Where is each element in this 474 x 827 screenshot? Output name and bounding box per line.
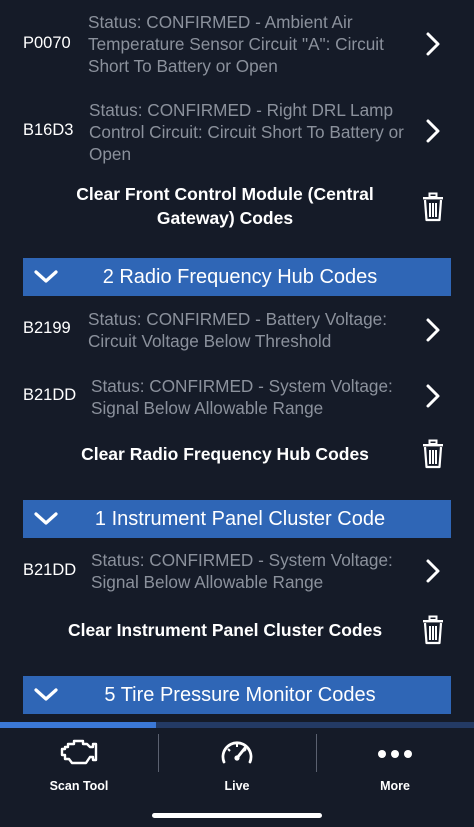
code-row[interactable]: B21DD Status: CONFIRMED - System Voltage… — [0, 548, 474, 598]
clear-codes-button[interactable]: Clear Radio Frequency Hub Codes — [60, 442, 390, 466]
trouble-codes-screen: P0070 Status: CONFIRMED - Ambient Air Te… — [0, 0, 474, 827]
clear-codes-button[interactable]: Clear Front Control Module (Central Gate… — [70, 182, 380, 230]
clear-instrument-panel-cluster-row: Clear Instrument Panel Cluster Codes — [0, 615, 474, 646]
trash-icon[interactable] — [420, 615, 446, 645]
code-row[interactable]: P0070 Status: CONFIRMED - Ambient Air Te… — [0, 8, 474, 80]
dtc-code: B16D3 — [23, 121, 74, 139]
dtc-code: B2199 — [23, 319, 71, 337]
section-header-radio-frequency-hub[interactable]: 2 Radio Frequency Hub Codes — [23, 258, 451, 296]
tab-more[interactable]: More — [316, 728, 474, 808]
dtc-description: Status: CONFIRMED - Battery Voltage: Cir… — [88, 309, 387, 351]
code-row[interactable]: B21DD Status: CONFIRMED - System Voltage… — [0, 373, 474, 423]
dtc-description: Status: CONFIRMED - System Voltage: Sign… — [91, 376, 393, 418]
section-header-instrument-panel-cluster[interactable]: 1 Instrument Panel Cluster Code — [23, 500, 451, 538]
trash-icon[interactable] — [420, 192, 446, 222]
section-title: 5 Tire Pressure Monitor Codes — [104, 683, 376, 706]
clear-codes-button[interactable]: Clear Instrument Panel Cluster Codes — [45, 618, 405, 642]
clear-radio-frequency-hub-row: Clear Radio Frequency Hub Codes — [0, 439, 474, 470]
tab-label: Scan Tool — [49, 779, 109, 793]
section-header-tire-pressure-monitor[interactable]: 5 Tire Pressure Monitor Codes — [23, 676, 451, 714]
tab-scan-tool[interactable]: Scan Tool — [0, 728, 158, 808]
tab-label: More — [380, 779, 410, 793]
dtc-code: B21DD — [23, 561, 77, 579]
more-dots-icon — [375, 738, 415, 773]
dtc-description: Status: CONFIRMED - System Voltage: Sign… — [91, 550, 393, 592]
dtc-code: B21DD — [23, 386, 77, 404]
chevron-right-icon[interactable] — [422, 557, 444, 585]
chevron-right-icon[interactable] — [422, 30, 444, 58]
section-title: 1 Instrument Panel Cluster Code — [94, 507, 386, 530]
code-row[interactable]: B16D3 Status: CONFIRMED - Right DRL Lamp… — [0, 96, 474, 168]
dtc-description: Status: CONFIRMED - Ambient Air Temperat… — [88, 12, 384, 76]
bottom-tab-bar: Scan Tool Live More — [0, 722, 474, 827]
dtc-description: Status: CONFIRMED - Right DRL Lamp Contr… — [89, 100, 404, 164]
chevron-right-icon[interactable] — [422, 117, 444, 145]
trash-icon[interactable] — [420, 439, 446, 469]
home-indicator — [152, 813, 322, 818]
dtc-code: P0070 — [23, 34, 71, 52]
engine-icon — [59, 738, 99, 773]
clear-front-control-module-row: Clear Front Control Module (Central Gate… — [0, 182, 474, 232]
code-row[interactable]: B2199 Status: CONFIRMED - Battery Voltag… — [0, 306, 474, 356]
chevron-right-icon[interactable] — [422, 382, 444, 410]
section-title: 2 Radio Frequency Hub Codes — [102, 265, 378, 288]
tab-live[interactable]: Live — [158, 728, 316, 808]
chevron-right-icon[interactable] — [422, 316, 444, 344]
gauge-icon — [219, 738, 255, 773]
tab-label: Live — [224, 779, 250, 793]
